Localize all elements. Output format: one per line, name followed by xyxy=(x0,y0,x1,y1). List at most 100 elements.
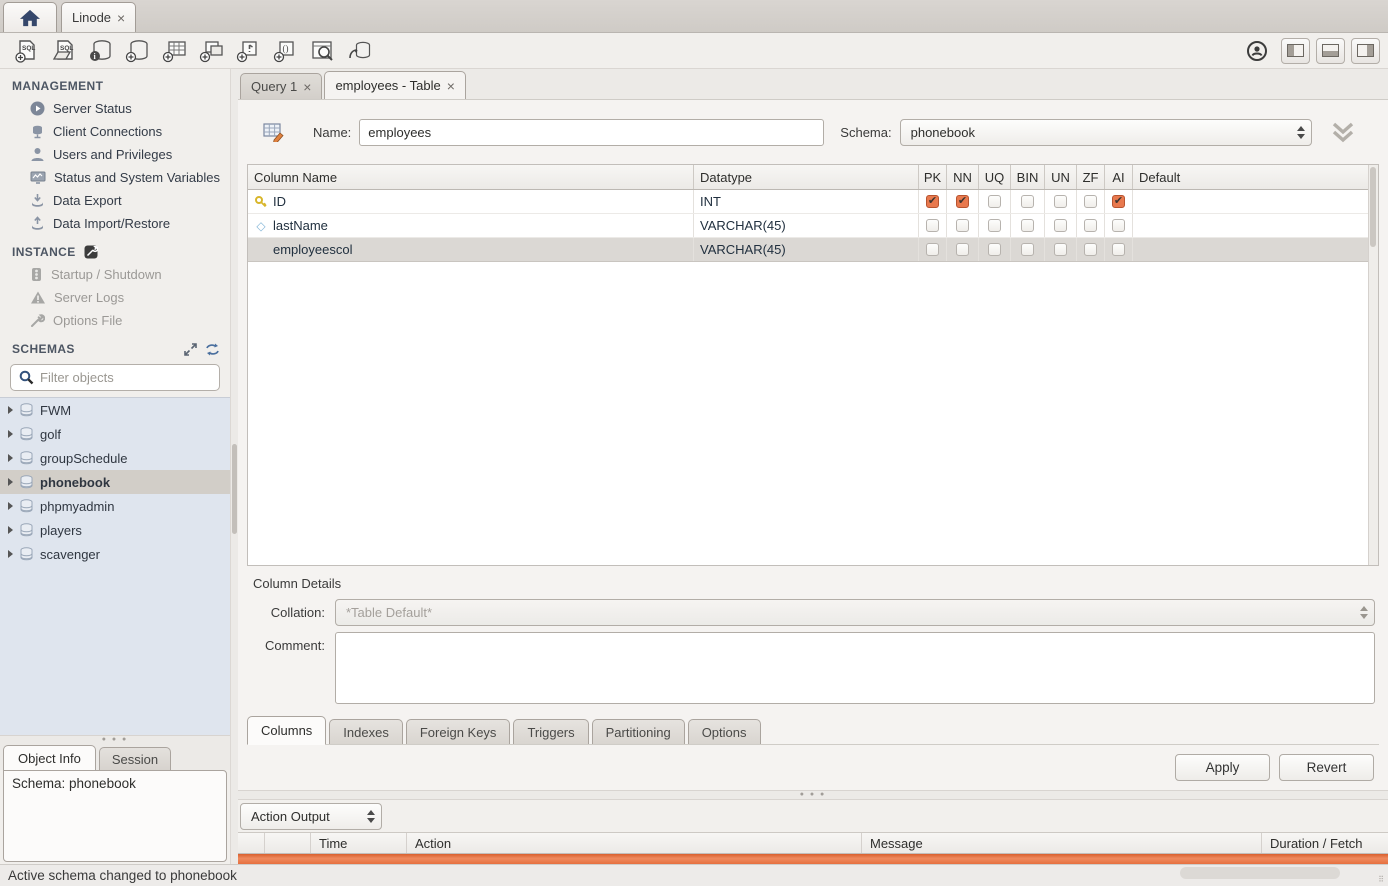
bin-checkbox[interactable] xyxy=(1021,219,1034,232)
un-checkbox[interactable] xyxy=(1054,195,1067,208)
header-ai[interactable]: AI xyxy=(1104,165,1132,189)
sidebar-item-options-file[interactable]: Options File xyxy=(0,309,230,332)
sidebar-scrollbar[interactable] xyxy=(230,69,238,864)
home-tab[interactable] xyxy=(3,2,57,32)
tab-options[interactable]: Options xyxy=(688,719,761,744)
column-row-id[interactable]: ID INT xyxy=(248,190,1368,214)
nn-checkbox[interactable] xyxy=(956,243,969,256)
collation-select[interactable]: *Table Default* xyxy=(335,599,1375,626)
pk-checkbox[interactable] xyxy=(926,219,939,232)
schema-select[interactable]: phonebook xyxy=(900,119,1312,146)
collapse-header-icon[interactable] xyxy=(1330,120,1356,144)
expander-icon[interactable] xyxy=(8,526,13,534)
header-column-name[interactable]: Column Name xyxy=(248,165,693,189)
schema-filter-box[interactable] xyxy=(10,364,220,391)
output-horizontal-scrollbar[interactable] xyxy=(1180,867,1340,879)
reconnect-dbms-button[interactable] xyxy=(341,37,378,65)
nn-checkbox[interactable] xyxy=(956,219,969,232)
expander-icon[interactable] xyxy=(8,502,13,510)
header-time[interactable]: Time xyxy=(310,833,406,853)
sidebar-item-server-status[interactable]: Server Status xyxy=(0,97,230,120)
tab-columns[interactable]: Columns xyxy=(247,716,326,745)
schema-item-scavenger[interactable]: scavenger xyxy=(0,542,230,566)
create-view-button[interactable] xyxy=(193,37,230,65)
sidebar-item-startup-shutdown[interactable]: Startup / Shutdown xyxy=(0,263,230,286)
connection-tab[interactable]: Linode × xyxy=(61,2,136,32)
header-nn[interactable]: NN xyxy=(946,165,978,189)
header-un[interactable]: UN xyxy=(1044,165,1076,189)
column-row-lastname[interactable]: ◇ lastName VARCHAR(45) xyxy=(248,214,1368,238)
uq-checkbox[interactable] xyxy=(988,195,1001,208)
header-action[interactable]: Action xyxy=(406,833,861,853)
expand-schemas-icon[interactable] xyxy=(184,343,197,356)
grid-vertical-scrollbar[interactable] xyxy=(1368,165,1378,565)
column-row-employeescol[interactable]: employeescol VARCHAR(45) xyxy=(248,238,1368,262)
uq-checkbox[interactable] xyxy=(988,243,1001,256)
grid-empty-area[interactable] xyxy=(248,262,1368,565)
sidebar-item-client-connections[interactable]: Client Connections xyxy=(0,120,230,143)
tab-triggers[interactable]: Triggers xyxy=(513,719,588,744)
un-checkbox[interactable] xyxy=(1054,243,1067,256)
table-name-input[interactable] xyxy=(359,119,824,146)
sidebar-splitter[interactable]: ● ● ● xyxy=(0,735,230,743)
toggle-bottom-panel-button[interactable] xyxy=(1316,38,1345,64)
expander-icon[interactable] xyxy=(8,454,13,462)
output-splitter[interactable]: ● ● ● xyxy=(238,790,1388,800)
zf-checkbox[interactable] xyxy=(1084,243,1097,256)
action-output-selected-row[interactable] xyxy=(238,854,1388,864)
close-icon[interactable]: × xyxy=(447,78,455,94)
header-datatype[interactable]: Datatype xyxy=(693,165,918,189)
window-resize-grip[interactable]: ⠿ xyxy=(1378,875,1385,884)
comment-textarea[interactable] xyxy=(335,632,1375,704)
sidebar-item-status-system-variables[interactable]: Status and System Variables xyxy=(0,166,230,189)
column-default[interactable] xyxy=(1132,238,1368,261)
schema-item-phonebook[interactable]: phonebook xyxy=(0,470,230,494)
sidebar-item-data-export[interactable]: Data Export xyxy=(0,189,230,212)
schema-item-phpmyadmin[interactable]: phpmyadmin xyxy=(0,494,230,518)
tab-foreign-keys[interactable]: Foreign Keys xyxy=(406,719,511,744)
column-default[interactable] xyxy=(1132,214,1368,237)
schema-item-golf[interactable]: golf xyxy=(0,422,230,446)
pk-checkbox[interactable] xyxy=(926,243,939,256)
schema-item-players[interactable]: players xyxy=(0,518,230,542)
output-view-select[interactable]: Action Output xyxy=(240,803,382,830)
database-inspector-button[interactable]: i xyxy=(82,37,119,65)
ai-checkbox[interactable] xyxy=(1112,243,1125,256)
toggle-right-panel-button[interactable] xyxy=(1351,38,1380,64)
zf-checkbox[interactable] xyxy=(1084,195,1097,208)
header-duration-fetch[interactable]: Duration / Fetch xyxy=(1261,833,1388,853)
column-default[interactable] xyxy=(1132,190,1368,213)
sidebar-item-data-import[interactable]: Data Import/Restore xyxy=(0,212,230,235)
header-default[interactable]: Default xyxy=(1132,165,1368,189)
header-pk[interactable]: PK xyxy=(918,165,946,189)
schema-item-fwm[interactable]: FWM xyxy=(0,398,230,422)
create-procedure-button[interactable] xyxy=(230,37,267,65)
schema-filter-input[interactable] xyxy=(40,370,216,385)
expander-icon[interactable] xyxy=(8,478,13,486)
expander-icon[interactable] xyxy=(8,430,13,438)
sidebar-item-users-privileges[interactable]: Users and Privileges xyxy=(0,143,230,166)
close-icon[interactable]: × xyxy=(303,79,311,95)
zf-checkbox[interactable] xyxy=(1084,219,1097,232)
expander-icon[interactable] xyxy=(8,550,13,558)
tab-object-info[interactable]: Object Info xyxy=(3,745,96,770)
pk-checkbox[interactable] xyxy=(926,195,939,208)
header-zf[interactable]: ZF xyxy=(1076,165,1104,189)
open-sql-script-button[interactable]: SQL xyxy=(45,37,82,65)
search-table-data-button[interactable] xyxy=(304,37,341,65)
header-uq[interactable]: UQ xyxy=(978,165,1010,189)
create-function-button[interactable]: () xyxy=(267,37,304,65)
toggle-left-panel-button[interactable] xyxy=(1281,38,1310,64)
un-checkbox[interactable] xyxy=(1054,219,1067,232)
bin-checkbox[interactable] xyxy=(1021,243,1034,256)
ai-checkbox[interactable] xyxy=(1112,219,1125,232)
bin-checkbox[interactable] xyxy=(1021,195,1034,208)
refresh-schemas-icon[interactable] xyxy=(205,343,220,356)
apply-button[interactable]: Apply xyxy=(1175,754,1270,781)
header-bin[interactable]: BIN xyxy=(1010,165,1044,189)
tab-indexes[interactable]: Indexes xyxy=(329,719,403,744)
tab-query-1[interactable]: Query 1 × xyxy=(240,73,322,99)
tab-employees-table[interactable]: employees - Table × xyxy=(324,71,465,99)
ai-checkbox[interactable] xyxy=(1112,195,1125,208)
revert-button[interactable]: Revert xyxy=(1279,754,1374,781)
